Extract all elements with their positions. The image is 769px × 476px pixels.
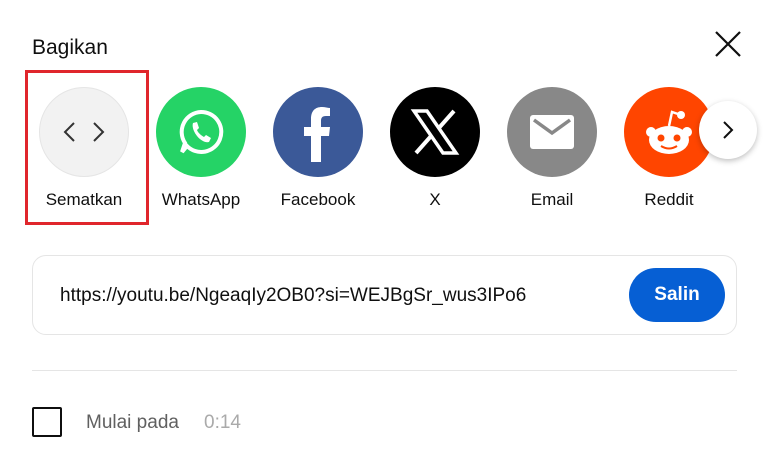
email-icon xyxy=(530,115,574,149)
share-facebook-button[interactable]: Facebook xyxy=(259,70,377,220)
facebook-icon xyxy=(304,107,330,162)
close-button[interactable] xyxy=(708,24,748,64)
start-at-label: Mulai pada xyxy=(86,412,179,433)
share-label-x: X xyxy=(429,190,441,209)
start-at-row: Mulai pada 0:14 xyxy=(32,407,432,439)
start-at-checkbox[interactable] xyxy=(32,407,62,437)
dialog-title: Bagikan xyxy=(32,36,108,59)
share-link-url[interactable]: https://youtu.be/NgeaqIy2OB0?si=WEJBgSr_… xyxy=(60,285,526,307)
divider xyxy=(32,370,737,371)
whatsapp-icon xyxy=(179,109,224,154)
share-embed-button[interactable]: Sematkan xyxy=(25,70,143,220)
start-at-time[interactable]: 0:14 xyxy=(204,412,241,434)
next-share-targets-button[interactable] xyxy=(699,101,757,159)
whatsapp-circle xyxy=(156,87,246,177)
share-label-reddit: Reddit xyxy=(644,190,694,209)
x-circle xyxy=(390,87,480,177)
email-circle xyxy=(507,87,597,177)
close-icon xyxy=(715,31,741,57)
share-targets-row: Sematkan WhatsApp Facebook X Email Reddi… xyxy=(0,70,769,230)
copy-link-button[interactable]: Salin xyxy=(629,268,725,322)
share-email-button[interactable]: Email xyxy=(493,70,611,220)
embed-circle xyxy=(39,87,129,177)
share-label-facebook: Facebook xyxy=(280,190,356,209)
embed-code-icon xyxy=(63,122,105,142)
share-label-whatsapp: WhatsApp xyxy=(161,190,241,209)
share-label-email: Email xyxy=(530,190,574,209)
share-x-button[interactable]: X xyxy=(376,70,494,220)
share-label-embed: Sematkan xyxy=(45,190,123,209)
facebook-circle xyxy=(273,87,363,177)
x-icon xyxy=(410,109,460,155)
reddit-icon xyxy=(646,110,692,154)
share-whatsapp-button[interactable]: WhatsApp xyxy=(142,70,260,220)
share-dialog: Bagikan Sematkan WhatsApp Facebook X Ema… xyxy=(0,0,769,476)
chevron-right-icon xyxy=(723,121,734,139)
share-link-box: https://youtu.be/NgeaqIy2OB0?si=WEJBgSr_… xyxy=(32,255,737,335)
